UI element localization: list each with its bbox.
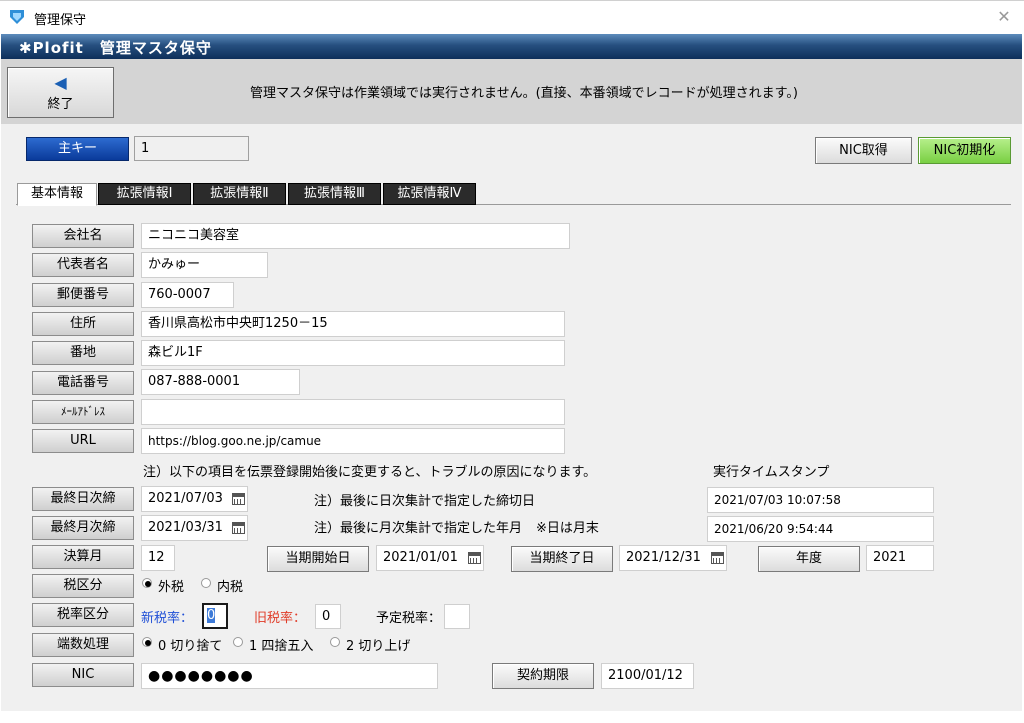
new-tax-rate-value: 0 <box>207 608 216 623</box>
calendar-icon[interactable] <box>711 552 724 564</box>
round-up-label: 2 切り上げ <box>346 639 411 654</box>
nic-label[interactable]: NIC <box>32 663 134 687</box>
radio-tax-exclusive[interactable] <box>142 578 152 588</box>
daily-close-label[interactable]: 最終日次締 <box>32 487 134 511</box>
nic-init-button[interactable]: NIC初期化 <box>918 137 1011 164</box>
year-field[interactable]: 2021 <box>866 545 934 571</box>
toolbar-notice: 管理マスタ保守は作業領域では実行されません。(直接、本番領域でレコードが処理され… <box>250 86 798 101</box>
monthly-close-label[interactable]: 最終月次締 <box>32 516 134 540</box>
fiscal-month-field[interactable]: 12 <box>141 545 175 571</box>
nic-field[interactable]: ●●●●●●●● <box>141 663 438 689</box>
company-field[interactable]: ニコニコ美容室 <box>141 223 570 249</box>
warning-note: 注）以下の項目を伝票登録開始後に変更すると、トラブルの原因になります。 <box>143 465 597 480</box>
month-end-note: ※日は月末 <box>536 521 599 536</box>
tab-ext4[interactable]: 拡張情報Ⅳ <box>383 183 476 205</box>
exit-button-label: 終了 <box>47 97 74 112</box>
address2-field[interactable]: 森ビル1F <box>141 340 565 366</box>
round-down-label: 0 切り捨て <box>158 639 223 654</box>
planned-tax-rate-field[interactable] <box>444 604 470 629</box>
address-label[interactable]: 住所 <box>32 312 134 336</box>
round-half-label: 1 四捨五入 <box>249 639 314 654</box>
year-button[interactable]: 年度 <box>758 546 860 572</box>
daily-close-note: 注）最後に日次集計で指定した締切日 <box>314 494 536 509</box>
representative-field[interactable]: かみゅー <box>141 252 268 278</box>
tax-exclusive-label: 外税 <box>158 580 185 595</box>
representative-label[interactable]: 代表者名 <box>32 253 134 277</box>
app-banner: ✱Plofit 管理マスタ保守 <box>1 34 1022 59</box>
calendar-icon[interactable] <box>232 493 245 505</box>
bottom-strip <box>1 711 1022 723</box>
address2-label[interactable]: 番地 <box>32 341 134 365</box>
contract-limit-button[interactable]: 契約期限 <box>492 663 594 689</box>
new-tax-rate-field[interactable]: 0 <box>202 603 228 629</box>
period-end-button[interactable]: 当期終了日 <box>511 546 613 572</box>
planned-tax-rate-label: 予定税率： <box>376 611 442 626</box>
calendar-icon[interactable] <box>232 522 245 534</box>
radio-tax-inclusive[interactable] <box>201 578 211 588</box>
postal-label[interactable]: 郵便番号 <box>32 283 134 307</box>
primary-key-field[interactable]: 1 <box>134 136 249 161</box>
nic-get-button[interactable]: NIC取得 <box>815 137 912 164</box>
tax-inclusive-label: 内税 <box>217 580 244 595</box>
url-field[interactable]: https://blog.goo.ne.jp/camue <box>141 428 565 454</box>
daily-timestamp-field: 2021/07/03 10:07:58 <box>707 487 934 513</box>
tab-basic[interactable]: 基本情報 <box>17 183 97 206</box>
radio-round-down[interactable] <box>142 637 152 647</box>
fiscal-month-label[interactable]: 決算月 <box>32 545 134 569</box>
tax-rate-label[interactable]: 税率区分 <box>32 603 134 627</box>
phone-label[interactable]: 電話番号 <box>32 371 134 395</box>
close-icon[interactable]: ✕ <box>995 8 1013 26</box>
email-field[interactable] <box>141 399 565 425</box>
app-icon <box>8 8 26 26</box>
address-field[interactable]: 香川県高松市中央町1250－15 <box>141 311 565 337</box>
primary-key-button[interactable]: 主キー <box>26 137 129 161</box>
banner-title: ✱Plofit 管理マスタ保守 <box>19 39 212 57</box>
radio-round-half[interactable] <box>233 637 243 647</box>
monthly-timestamp-field: 2021/06/20 9:54:44 <box>707 516 934 542</box>
postal-field[interactable]: 760-0007 <box>141 282 234 308</box>
tab-ext3[interactable]: 拡張情報Ⅲ <box>288 183 381 205</box>
url-label[interactable]: URL <box>32 429 134 453</box>
window-title: 管理保守 <box>34 13 87 28</box>
company-label[interactable]: 会社名 <box>32 224 134 248</box>
contract-limit-field[interactable]: 2100/01/12 <box>601 663 694 689</box>
arrow-left-icon: ◀ <box>54 73 67 92</box>
old-tax-rate-field[interactable]: 0 <box>315 604 341 629</box>
email-label[interactable]: ﾒｰﾙｱﾄﾞﾚｽ <box>32 400 134 424</box>
window-titlebar <box>0 0 1024 34</box>
tab-ext1[interactable]: 拡張情報Ⅰ <box>98 183 191 205</box>
old-tax-rate-label: 旧税率： <box>254 611 307 626</box>
rounding-label[interactable]: 端数処理 <box>32 633 134 657</box>
timestamp-heading: 実行タイムスタンプ <box>713 465 830 480</box>
tax-type-label[interactable]: 税区分 <box>32 574 134 598</box>
exit-button[interactable]: ◀ 終了 <box>7 67 114 118</box>
period-start-button[interactable]: 当期開始日 <box>267 546 369 572</box>
monthly-close-note: 注）最後に月次集計で指定した年月 <box>314 521 523 536</box>
radio-round-up[interactable] <box>330 637 340 647</box>
new-tax-rate-label: 新税率： <box>141 611 194 626</box>
tab-ext2[interactable]: 拡張情報Ⅱ <box>193 183 286 205</box>
calendar-icon[interactable] <box>468 552 481 564</box>
phone-field[interactable]: 087-888-0001 <box>141 369 300 395</box>
